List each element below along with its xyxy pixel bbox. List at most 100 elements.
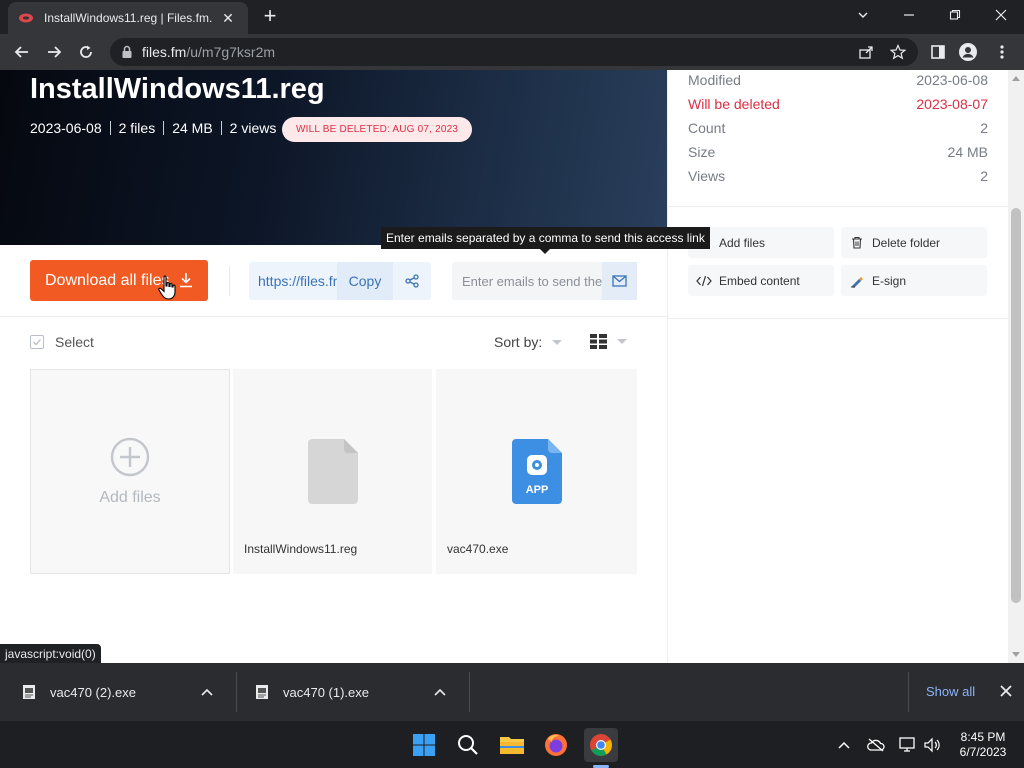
bookmark-star-icon[interactable] — [890, 44, 906, 60]
send-email-button[interactable] — [602, 262, 637, 300]
address-bar[interactable]: files.fm/u/m7g7ksr2m — [110, 38, 918, 66]
scroll-down-icon[interactable] — [1012, 652, 1020, 657]
restore-icon[interactable] — [932, 0, 978, 30]
scroll-thumb[interactable] — [1011, 208, 1021, 603]
browser-tab[interactable]: InstallWindows11.reg | Files.fm. ✕ — [8, 2, 248, 34]
files-fm-favicon-icon — [19, 13, 33, 23]
info-label: Modified — [688, 72, 741, 88]
select-all-checkbox[interactable] — [30, 335, 44, 349]
shelf-divider — [908, 672, 909, 712]
search-icon[interactable] — [451, 728, 485, 762]
folder-hero: InstallWindows11.reg 2023-06-08 2 files … — [0, 70, 667, 245]
file-name[interactable]: vac470.exe — [447, 542, 508, 556]
file-name[interactable]: InstallWindows11.reg — [244, 542, 357, 556]
file-explorer-icon[interactable] — [495, 728, 529, 762]
tab-close-icon[interactable]: ✕ — [218, 10, 238, 27]
delete-folder-button[interactable]: Delete folder — [841, 227, 987, 258]
profile-avatar-icon[interactable] — [958, 42, 978, 62]
sort-by-dropdown[interactable]: Sort by: — [494, 334, 563, 350]
url-path: /u/m7g7ksr2m — [186, 44, 276, 60]
tab-title: InstallWindows11.reg | Files.fm. — [44, 11, 213, 25]
info-value: 2 — [980, 120, 988, 136]
reload-icon[interactable] — [72, 38, 100, 66]
chrome-icon[interactable] — [584, 728, 618, 762]
deletion-badge: WILL BE DELETED: AUG 07, 2023 — [282, 117, 473, 142]
add-files-label: Add files — [719, 235, 766, 250]
tab-search-icon[interactable] — [840, 0, 886, 30]
browser-tab-bar: InstallWindows11.reg | Files.fm. ✕ + — [0, 0, 1024, 34]
view-mode-dropdown[interactable] — [590, 334, 627, 349]
status-url-tooltip: javascript:void(0) — [0, 644, 101, 663]
info-value: 2023-08-07 — [916, 96, 988, 112]
new-tab-button[interactable]: + — [258, 4, 282, 28]
panel-divider — [668, 318, 1009, 319]
forward-icon[interactable] — [40, 38, 68, 66]
download-shelf: vac470 (2).exe vac470 (1).exe Show all — [0, 663, 1024, 721]
file-tile[interactable]: APP vac470.exe — [436, 369, 637, 574]
sort-caret-icon — [552, 339, 563, 345]
info-row-size: Size 24 MB — [688, 144, 988, 160]
panel-divider — [668, 206, 1009, 207]
check-icon — [33, 339, 41, 346]
windows-start-icon[interactable] — [407, 728, 441, 762]
lock-icon[interactable] — [120, 45, 134, 59]
exe-file-icon — [256, 685, 268, 699]
embed-content-button[interactable]: Embed content — [688, 265, 834, 296]
shelf-divider — [236, 672, 237, 712]
file-tile[interactable]: InstallWindows11.reg — [233, 369, 432, 574]
share-button[interactable] — [393, 262, 431, 300]
back-icon[interactable] — [8, 38, 36, 66]
email-input[interactable] — [452, 262, 602, 300]
share-link-url[interactable]: https://files.fm/u/m7g7ksr2m — [249, 273, 337, 289]
network-icon[interactable] — [898, 735, 918, 755]
info-label: Count — [688, 120, 726, 136]
meta-size: 24 MB — [163, 121, 220, 135]
info-value: 2023-06-08 — [916, 72, 988, 88]
tooltip-arrow — [540, 249, 550, 254]
signature-icon — [849, 273, 865, 289]
browser-toolbar: files.fm/u/m7g7ksr2m — [0, 34, 1024, 70]
close-window-icon[interactable] — [978, 0, 1024, 30]
app-badge: APP — [525, 484, 549, 496]
onedrive-offline-icon[interactable] — [866, 735, 886, 755]
scroll-up-icon[interactable] — [1012, 76, 1020, 81]
side-panel-icon[interactable] — [928, 42, 948, 62]
taskbar-clock[interactable]: 8:45 PM 6/7/2023 — [952, 730, 1014, 760]
download-item[interactable]: vac470 (1).exe — [255, 663, 447, 721]
volume-icon[interactable] — [922, 735, 942, 755]
folder-meta: 2023-06-08 2 files 24 MB 2 views — [30, 121, 284, 135]
select-all[interactable]: Select — [30, 334, 94, 350]
info-label: Views — [688, 168, 726, 184]
chevron-up-icon[interactable] — [200, 685, 214, 699]
download-all-label: Download all files — [45, 271, 170, 289]
show-all-downloads-link[interactable]: Show all — [926, 684, 975, 699]
trash-icon — [849, 235, 865, 251]
grid-view-icon — [590, 334, 607, 349]
download-item[interactable]: vac470 (2).exe — [22, 663, 214, 721]
plus-circle-icon — [110, 437, 150, 477]
e-sign-button[interactable]: E-sign — [841, 265, 987, 296]
info-value: 24 MB — [947, 144, 988, 160]
close-shelf-icon[interactable] — [998, 683, 1014, 699]
page-scrollbar[interactable] — [1008, 70, 1024, 663]
page-title: InstallWindows11.reg — [30, 73, 325, 105]
code-icon — [696, 273, 712, 289]
chevron-up-icon[interactable] — [433, 685, 447, 699]
share-page-icon[interactable] — [858, 44, 874, 60]
info-row-deleted: Will be deleted 2023-08-07 — [688, 96, 988, 112]
download-all-button[interactable]: Download all files — [30, 260, 208, 301]
windows-taskbar: 8:45 PM 6/7/2023 — [0, 721, 1024, 768]
section-divider — [0, 316, 667, 317]
meta-date: 2023-06-08 — [30, 120, 102, 136]
show-hidden-icons-icon[interactable] — [834, 735, 854, 755]
e-sign-label: E-sign — [872, 273, 907, 288]
add-files-tile[interactable]: Add files — [30, 369, 230, 574]
download-file-name: vac470 (2).exe — [50, 684, 136, 700]
browser-menu-icon[interactable] — [992, 42, 1012, 62]
info-row-views: Views 2 — [688, 168, 988, 184]
copy-link-button[interactable]: Copy — [337, 262, 393, 300]
minimize-icon[interactable] — [886, 0, 932, 30]
add-files-button[interactable]: Add files — [688, 227, 834, 258]
clock-time: 8:45 PM — [960, 730, 1006, 744]
firefox-icon[interactable] — [539, 728, 573, 762]
